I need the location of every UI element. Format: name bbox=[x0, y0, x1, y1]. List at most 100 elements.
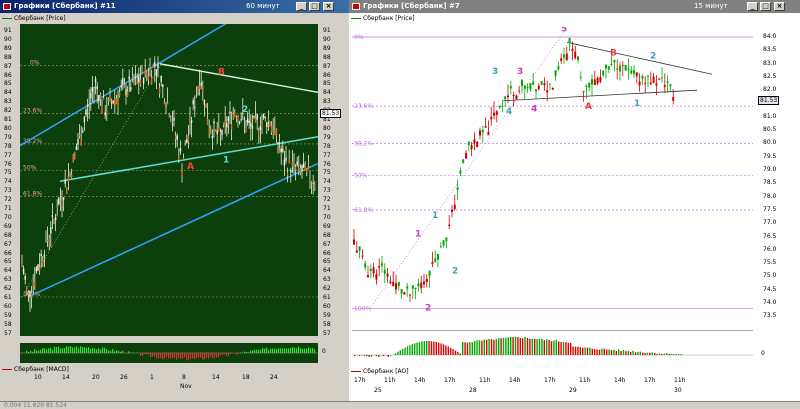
wave-label: 1 bbox=[223, 156, 229, 166]
candle-body bbox=[663, 85, 666, 88]
macd-bar bbox=[114, 351, 116, 353]
candle-body bbox=[80, 140, 82, 146]
maximize-button[interactable]: □ bbox=[760, 2, 771, 11]
candle-body bbox=[26, 287, 28, 292]
candle-body bbox=[599, 76, 602, 82]
price-tick-label: 86 bbox=[4, 71, 12, 79]
ao-bar bbox=[661, 354, 663, 355]
macd-bar bbox=[250, 350, 252, 353]
candle-body bbox=[187, 136, 190, 142]
price-tick-label: 84.0 bbox=[763, 33, 777, 40]
candle-body bbox=[490, 116, 493, 120]
macd-bar bbox=[140, 353, 142, 356]
wave-label: 4 bbox=[506, 107, 512, 117]
left-price-plot: 0%23.6%38.2%50%61.8%100%BA12 bbox=[20, 24, 318, 312]
price-tick-label: 71 bbox=[323, 205, 331, 212]
macd-bar bbox=[178, 353, 180, 358]
minimize-button[interactable]: _ bbox=[747, 2, 758, 11]
candle-body bbox=[596, 77, 599, 84]
candle-body bbox=[445, 237, 448, 242]
candle-body bbox=[635, 72, 638, 77]
candle-body bbox=[518, 90, 521, 92]
candle-body bbox=[86, 104, 89, 107]
candle-body bbox=[115, 98, 118, 105]
candle-body bbox=[605, 64, 607, 69]
close-button[interactable]: × bbox=[774, 2, 785, 11]
candle-body bbox=[168, 115, 170, 118]
candle-body bbox=[389, 281, 392, 284]
candle-body bbox=[198, 85, 201, 89]
price-tick-label: 76 bbox=[323, 160, 331, 168]
candle-body bbox=[540, 81, 543, 85]
candle-body bbox=[195, 96, 198, 98]
minimize-button[interactable]: _ bbox=[296, 2, 307, 11]
candle-body bbox=[434, 258, 437, 263]
price-tick-label: 73 bbox=[323, 187, 331, 195]
ao-bar bbox=[430, 341, 433, 355]
left-price-pane[interactable]: 0%23.6%38.2%50%61.8%100%BA12 bbox=[20, 24, 318, 336]
candle-body bbox=[431, 261, 434, 264]
candle-body bbox=[568, 37, 571, 43]
time-tick-label: 26 bbox=[120, 374, 128, 381]
macd-bar bbox=[70, 346, 72, 353]
left-timeframe[interactable]: 60 минут bbox=[246, 0, 280, 13]
candle-body bbox=[139, 79, 142, 86]
price-tick-label: 72 bbox=[4, 196, 12, 204]
macd-bar bbox=[252, 350, 254, 353]
candle-body bbox=[179, 148, 182, 152]
ao-bar bbox=[550, 341, 553, 355]
candle-body bbox=[423, 281, 425, 285]
close-button[interactable]: × bbox=[323, 2, 334, 11]
price-tick-label: 87 bbox=[323, 62, 331, 70]
ao-bar bbox=[524, 337, 526, 355]
price-tick-label: 90 bbox=[323, 35, 331, 43]
candle-body bbox=[574, 51, 577, 59]
left-macd-pane[interactable] bbox=[20, 343, 318, 363]
candle-body bbox=[59, 201, 62, 203]
ao-bar bbox=[644, 352, 646, 355]
price-tick-label: 64 bbox=[323, 267, 331, 275]
right-title-bar[interactable]: Графики [Сбербанк] #7 15 минут _ □ × bbox=[349, 0, 800, 13]
ao-bar bbox=[625, 351, 627, 355]
candle-body bbox=[186, 139, 188, 144]
candle-body bbox=[307, 167, 310, 170]
candle-body bbox=[669, 84, 672, 87]
wave-label: A bbox=[187, 162, 194, 172]
left-title-bar[interactable]: Графики [Сбербанк] #11 60 минут _ □ × bbox=[0, 0, 349, 13]
right-ao-pane[interactable] bbox=[352, 330, 753, 368]
ao-bar bbox=[507, 337, 509, 355]
candle-body bbox=[641, 75, 644, 79]
macd-bar bbox=[202, 353, 204, 360]
fib-level-label: 100% bbox=[354, 305, 371, 312]
macd-bar bbox=[62, 348, 64, 353]
price-tick-label: 83 bbox=[323, 98, 331, 106]
price-tick-label: 81.0 bbox=[763, 112, 777, 120]
right-price-badge: 81.53 bbox=[758, 96, 780, 105]
wave-label: 3 bbox=[492, 67, 498, 77]
macd-bar bbox=[32, 351, 34, 353]
price-tick-label: 77 bbox=[4, 151, 12, 159]
ao-bar bbox=[560, 341, 562, 355]
macd-bar bbox=[226, 353, 228, 357]
macd-bar bbox=[162, 353, 164, 360]
candle-body bbox=[515, 95, 518, 100]
price-tick-label: 75 bbox=[4, 169, 12, 177]
time-tick-label: 11h bbox=[674, 377, 686, 384]
right-price-pane[interactable]: 0% 23.6% 38.2% 50% 61.8% 100% 5 B 2 3 3 4 4 A 1 1 1 2 2 bbox=[352, 27, 753, 323]
candle-body bbox=[296, 161, 298, 166]
right-timeframe[interactable]: 15 минут bbox=[694, 0, 728, 13]
price-tick-label: 63 bbox=[323, 276, 331, 284]
price-tick-label: 79 bbox=[323, 133, 331, 141]
price-tick-label: 61 bbox=[4, 294, 12, 301]
macd-bar bbox=[246, 351, 248, 353]
candle-body bbox=[133, 82, 135, 85]
wave-label: 2 bbox=[650, 51, 656, 61]
maximize-button[interactable]: □ bbox=[309, 2, 320, 11]
candle-body bbox=[495, 111, 498, 115]
price-tick-label: 75.0 bbox=[763, 272, 777, 280]
candle-body bbox=[610, 64, 613, 66]
ao-bar bbox=[414, 343, 416, 355]
candle-body bbox=[32, 283, 34, 286]
candle-body bbox=[216, 130, 218, 135]
macd-bar bbox=[172, 353, 174, 359]
